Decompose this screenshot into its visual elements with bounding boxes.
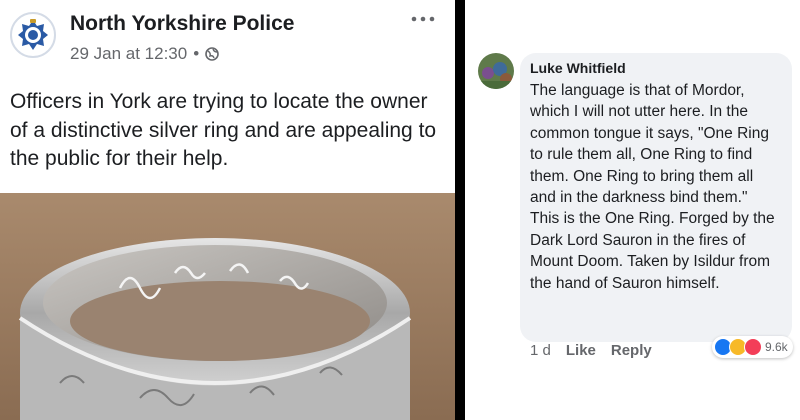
love-icon [744,338,762,356]
panel-divider [455,0,465,420]
comment-author[interactable]: Luke Whitfield [530,60,782,77]
like-button[interactable]: Like [566,342,596,359]
ring-photo[interactable] [0,193,455,420]
page-name[interactable]: North Yorkshire Police [70,12,294,36]
comment-actions: 1 d Like Reply [530,342,652,359]
globe-icon [205,47,219,61]
ellipsis-icon [411,16,435,22]
post-meta: 29 Jan at 12:30 • [70,44,219,64]
commenter-avatar[interactable] [478,53,514,89]
post-timestamp[interactable]: 29 Jan at 12:30 [70,44,187,64]
comment-age[interactable]: 1 d [530,342,551,359]
comment-bubble: Luke Whitfield The language is that of M… [520,53,792,342]
police-badge-icon [18,19,48,50]
reaction-count: 9.6k [765,340,788,354]
comment-text: The language is that of Mordor, which I … [530,82,775,292]
reply-button[interactable]: Reply [611,342,652,359]
facebook-post: North Yorkshire Police 29 Jan at 12:30 •… [0,0,455,420]
police-avatar[interactable] [10,12,56,58]
reaction-summary[interactable]: 9.6k [712,336,793,358]
post-body: Officers in York are trying to locate th… [10,90,437,170]
meta-separator: • [193,44,200,63]
post-options-button[interactable] [410,6,436,29]
